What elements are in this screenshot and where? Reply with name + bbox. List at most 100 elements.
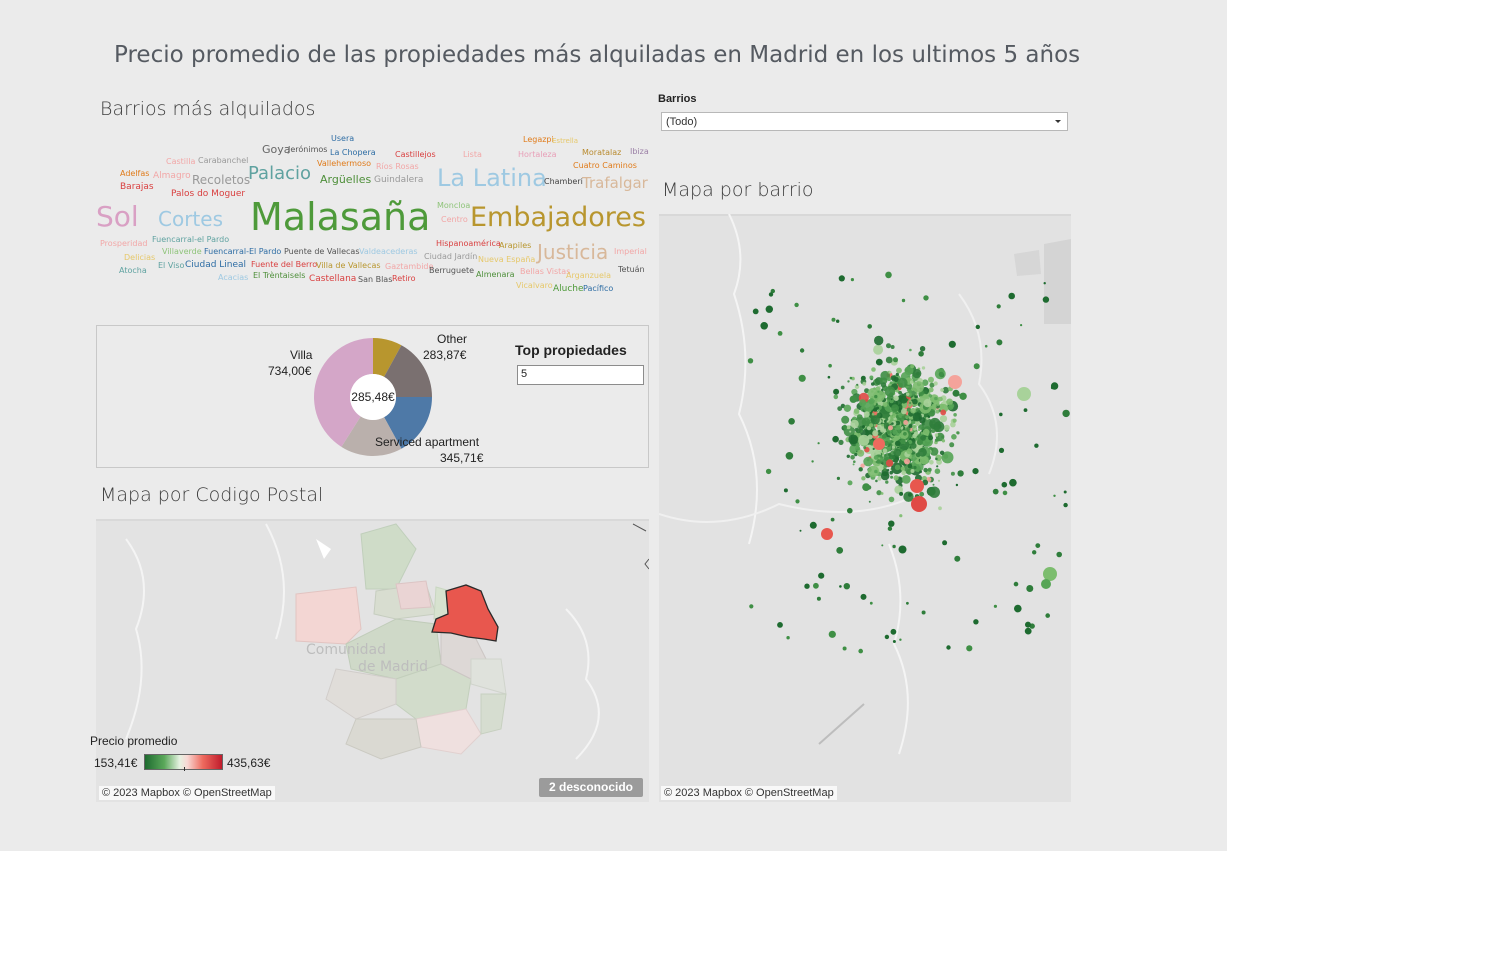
listing-point[interactable] <box>897 377 908 388</box>
wordcloud-word[interactable]: Estrella <box>552 138 578 145</box>
listing-point[interactable] <box>832 435 839 443</box>
wordcloud-word[interactable]: Sol <box>96 203 139 231</box>
listing-point[interactable] <box>884 386 896 397</box>
listing-point[interactable] <box>941 435 944 439</box>
wordcloud-word[interactable]: Jerónimos <box>288 146 327 154</box>
listing-point[interactable] <box>984 344 988 348</box>
listing-point[interactable] <box>919 346 926 352</box>
wordcloud-word[interactable]: Barajas <box>120 183 154 192</box>
listing-point[interactable] <box>900 438 906 445</box>
listing-point[interactable] <box>892 445 896 449</box>
listing-point[interactable] <box>876 406 880 410</box>
listing-point[interactable] <box>856 383 859 386</box>
listing-point[interactable] <box>996 339 1003 346</box>
listing-point[interactable] <box>1009 478 1017 487</box>
listing-point[interactable] <box>850 419 859 429</box>
wordcloud-word[interactable]: Lista <box>463 151 482 159</box>
listing-point[interactable] <box>880 492 884 495</box>
listing-point[interactable] <box>957 393 960 396</box>
listing-point[interactable] <box>880 428 885 433</box>
listing-point[interactable] <box>890 398 893 401</box>
listing-point[interactable] <box>918 351 924 357</box>
listing-point[interactable] <box>875 358 883 366</box>
listing-point[interactable] <box>853 460 856 463</box>
wordcloud-word[interactable]: Tetuán <box>618 266 645 274</box>
listing-point[interactable] <box>888 496 895 503</box>
listing-point[interactable] <box>795 499 800 504</box>
listing-point[interactable] <box>881 423 885 427</box>
listing-point[interactable] <box>909 402 912 404</box>
listing-point[interactable] <box>874 335 884 346</box>
listing-point[interactable] <box>901 415 905 419</box>
listing-point[interactable] <box>959 392 967 400</box>
listing-point[interactable] <box>854 427 859 432</box>
listing-point[interactable] <box>846 425 851 430</box>
listing-point[interactable] <box>891 422 894 425</box>
wordcloud-word[interactable]: Embajadores <box>470 204 646 231</box>
listing-point[interactable] <box>913 465 917 470</box>
listing-point[interactable] <box>888 425 893 431</box>
listing-point[interactable] <box>833 388 840 395</box>
listing-point[interactable] <box>889 381 893 385</box>
listing-point[interactable] <box>817 442 820 445</box>
wordcloud-word[interactable]: Adelfas <box>120 170 149 178</box>
listing-point[interactable] <box>836 319 840 323</box>
listing-point[interactable] <box>855 443 860 448</box>
wordcloud-word[interactable]: Recoletos <box>192 174 250 186</box>
postal-map-attribution[interactable]: © 2023 Mapbox © OpenStreetMap <box>99 786 275 800</box>
listing-point[interactable] <box>878 385 881 388</box>
listing-point[interactable] <box>933 381 938 386</box>
wordcloud-word[interactable]: El Viso <box>158 262 184 270</box>
listing-point[interactable] <box>863 446 867 449</box>
wordcloud-word[interactable]: Bellas Vistas <box>520 268 570 276</box>
listing-point[interactable] <box>1001 481 1008 488</box>
listing-point[interactable] <box>836 547 844 554</box>
listing-point[interactable] <box>973 619 979 625</box>
wordcloud-word[interactable]: Pacífico <box>583 285 613 293</box>
listing-point[interactable] <box>910 479 924 493</box>
wordcloud-word[interactable]: Trafalgar <box>582 176 648 191</box>
listing-point[interactable] <box>923 295 929 301</box>
wordcloud-word[interactable]: Centro <box>441 216 468 224</box>
listing-point[interactable] <box>1023 408 1028 412</box>
wordcloud-word[interactable]: Carabanchel <box>198 157 248 165</box>
listing-point[interactable] <box>874 394 878 399</box>
listing-point[interactable] <box>937 479 941 482</box>
listing-point[interactable] <box>946 645 951 650</box>
listing-point[interactable] <box>912 465 914 468</box>
listing-point[interactable] <box>877 476 882 481</box>
listing-point[interactable] <box>899 638 902 641</box>
listing-point[interactable] <box>843 583 850 590</box>
listing-point[interactable] <box>903 420 909 425</box>
listing-point[interactable] <box>1041 579 1051 589</box>
listing-point[interactable] <box>863 456 873 467</box>
wordcloud-word[interactable]: Delicias <box>124 254 155 262</box>
listing-point[interactable] <box>874 469 878 474</box>
listing-point[interactable] <box>934 433 939 437</box>
listing-point[interactable] <box>998 447 1005 453</box>
listing-point[interactable] <box>928 486 940 498</box>
listing-point[interactable] <box>785 452 794 460</box>
wordcloud-word[interactable]: La Chopera <box>330 149 376 157</box>
listing-point[interactable] <box>921 610 926 615</box>
listing-point[interactable] <box>880 382 887 388</box>
listing-point[interactable] <box>919 491 925 497</box>
listing-point[interactable] <box>885 356 893 364</box>
wordcloud-word[interactable]: La Latina <box>437 166 547 190</box>
wordcloud-word[interactable]: Valdeacederas <box>359 248 418 256</box>
listing-point[interactable] <box>862 425 865 429</box>
listing-point[interactable] <box>909 348 912 352</box>
wordcloud-word[interactable]: Goya <box>262 144 291 155</box>
listing-point[interactable] <box>935 457 938 461</box>
listing-point[interactable] <box>929 460 934 465</box>
listing-point[interactable] <box>884 634 890 640</box>
listing-point[interactable] <box>885 271 892 279</box>
listing-point[interactable] <box>747 358 754 364</box>
listing-point[interactable] <box>908 389 912 393</box>
wordcloud-word[interactable]: Palos do Moguer <box>171 190 245 199</box>
listing-point[interactable] <box>996 304 1001 309</box>
listing-point[interactable] <box>910 469 915 473</box>
listing-point[interactable] <box>906 601 909 605</box>
listing-point[interactable] <box>936 465 939 468</box>
listing-point[interactable] <box>890 475 894 479</box>
